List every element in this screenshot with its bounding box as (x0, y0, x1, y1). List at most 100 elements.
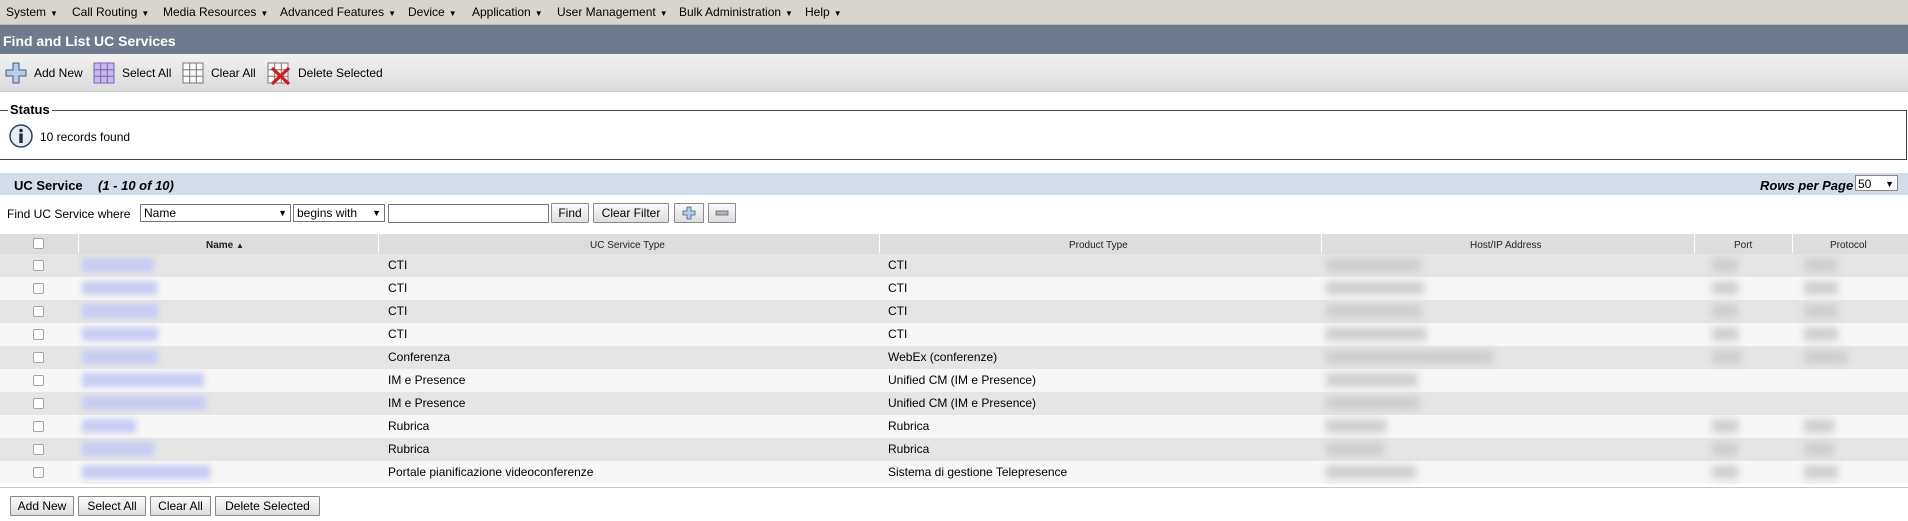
host-cell (1326, 465, 1416, 479)
service-type-cell: Portale pianificazione videoconferenze (388, 465, 594, 479)
product-type-cell: CTI (888, 304, 908, 318)
caret-down-icon: ▼ (260, 9, 269, 18)
host-cell (1326, 258, 1421, 272)
protocol-cell (1804, 258, 1838, 272)
clear-all-label: Clear All (211, 66, 256, 80)
delete-selected-toolbar-button[interactable]: Delete Selected (267, 61, 383, 85)
clear-all-button[interactable]: Clear All (150, 496, 211, 516)
table-row: IM e Presence Unified CM (IM e Presence) (0, 392, 1908, 415)
service-type-cell: CTI (388, 327, 408, 341)
product-type-cell: Unified CM (IM e Presence) (888, 373, 1037, 387)
menu-label: Bulk Administration (679, 5, 782, 19)
remove-criteria-button[interactable] (708, 203, 736, 223)
menu-label: Advanced Features (280, 5, 385, 19)
table-row: CTI CTI (0, 254, 1908, 277)
caret-down-icon: ▼ (141, 9, 150, 18)
menu-bar: System ▼ Call Routing ▼ Media Resources ▼ A… (0, 0, 1908, 25)
column-header-protocol[interactable]: Protocol (1830, 240, 1867, 251)
table-row: Portale pianificazione videoconferenze S… (0, 461, 1908, 484)
row-checkbox[interactable] (33, 306, 44, 317)
product-type-cell: Rubrica (888, 419, 930, 433)
title-bar: Find and List UC Services (0, 25, 1908, 54)
find-label: Find UC Service where (7, 207, 131, 221)
add-criteria-button[interactable] (674, 203, 704, 223)
clear-filter-button[interactable]: Clear Filter (593, 203, 669, 223)
delete-selected-label: Delete Selected (298, 66, 383, 80)
service-name-link[interactable] (82, 419, 136, 433)
info-icon (9, 124, 33, 148)
port-cell (1712, 419, 1738, 433)
add-new-toolbar-button[interactable]: Add New (5, 61, 83, 85)
host-cell (1326, 373, 1418, 387)
rows-per-page-value: 50 (1858, 177, 1872, 191)
product-type-cell: CTI (888, 258, 908, 272)
port-cell (1712, 442, 1738, 456)
find-button[interactable]: Find (551, 203, 589, 223)
menu-system[interactable]: System ▼ (6, 0, 58, 24)
menu-call-routing[interactable]: Call Routing ▼ (72, 0, 149, 24)
caret-down-icon: ▼ (372, 208, 381, 218)
row-checkbox[interactable] (33, 283, 44, 294)
section-header (0, 173, 1908, 195)
caret-down-icon: ▼ (833, 9, 842, 18)
protocol-cell (1804, 304, 1838, 318)
service-name-link[interactable] (82, 350, 158, 364)
service-type-cell: CTI (388, 304, 408, 318)
row-checkbox[interactable] (33, 260, 44, 271)
column-header-service-type[interactable]: UC Service Type (590, 240, 665, 251)
menu-label: Media Resources (163, 5, 257, 19)
search-input[interactable] (388, 204, 549, 223)
menu-bulk-administration[interactable]: Bulk Administration ▼ (679, 0, 793, 24)
menu-application[interactable]: Application ▼ (472, 0, 543, 24)
table-row: IM e Presence Unified CM (IM e Presence) (0, 369, 1908, 392)
add-new-button[interactable]: Add New (10, 496, 74, 516)
table-row: Rubrica Rubrica (0, 415, 1908, 438)
row-checkbox[interactable] (33, 398, 44, 409)
search-field-value: Name (144, 206, 177, 220)
menu-advanced-features[interactable]: Advanced Features ▼ (280, 0, 396, 24)
search-field-select[interactable]: Name ▼ (140, 204, 291, 222)
delete-selected-button[interactable]: Delete Selected (215, 496, 320, 516)
menu-user-management[interactable]: User Management ▼ (557, 0, 668, 24)
protocol-cell (1804, 281, 1838, 295)
column-header-host[interactable]: Host/IP Address (1470, 240, 1542, 251)
select-all-button[interactable]: Select All (78, 496, 146, 516)
select-all-toolbar-button[interactable]: Select All (93, 61, 171, 85)
sort-ascending-icon: ▲ (236, 241, 244, 250)
clear-all-toolbar-button[interactable]: Clear All (182, 61, 256, 85)
host-cell (1326, 304, 1422, 318)
service-name-link[interactable] (82, 327, 158, 341)
search-operator-select[interactable]: begins with ▼ (293, 204, 385, 222)
service-name-link[interactable] (82, 373, 204, 387)
column-label: Name (206, 240, 234, 251)
section-title: UC Service (14, 178, 83, 193)
rows-per-page-select[interactable]: 50 ▼ (1855, 175, 1898, 191)
column-header-name[interactable]: Name ▲ (206, 240, 244, 251)
select-all-checkbox[interactable] (33, 238, 44, 249)
service-name-link[interactable] (82, 281, 157, 295)
service-name-link[interactable] (82, 465, 210, 479)
row-checkbox[interactable] (33, 421, 44, 432)
product-type-cell: WebEx (conferenze) (888, 350, 998, 364)
column-header-port[interactable]: Port (1734, 240, 1752, 251)
row-checkbox[interactable] (33, 444, 44, 455)
row-checkbox[interactable] (33, 352, 44, 363)
column-header-product-type[interactable]: Product Type (1069, 240, 1128, 251)
service-name-link[interactable] (82, 258, 154, 272)
status-box (0, 110, 1907, 160)
service-name-link[interactable] (82, 396, 206, 410)
column-divider (1792, 234, 1793, 253)
row-checkbox[interactable] (33, 467, 44, 478)
menu-device[interactable]: Device ▼ (408, 0, 457, 24)
caret-down-icon: ▼ (659, 9, 668, 18)
product-type-cell: CTI (888, 327, 908, 341)
row-checkbox[interactable] (33, 375, 44, 386)
port-cell (1712, 304, 1738, 318)
service-name-link[interactable] (82, 304, 158, 318)
menu-help[interactable]: Help ▼ (805, 0, 842, 24)
row-checkbox[interactable] (33, 329, 44, 340)
service-name-link[interactable] (82, 442, 154, 456)
table-bottom-divider (0, 487, 1908, 488)
host-cell (1326, 327, 1426, 341)
menu-media-resources[interactable]: Media Resources ▼ (163, 0, 268, 24)
